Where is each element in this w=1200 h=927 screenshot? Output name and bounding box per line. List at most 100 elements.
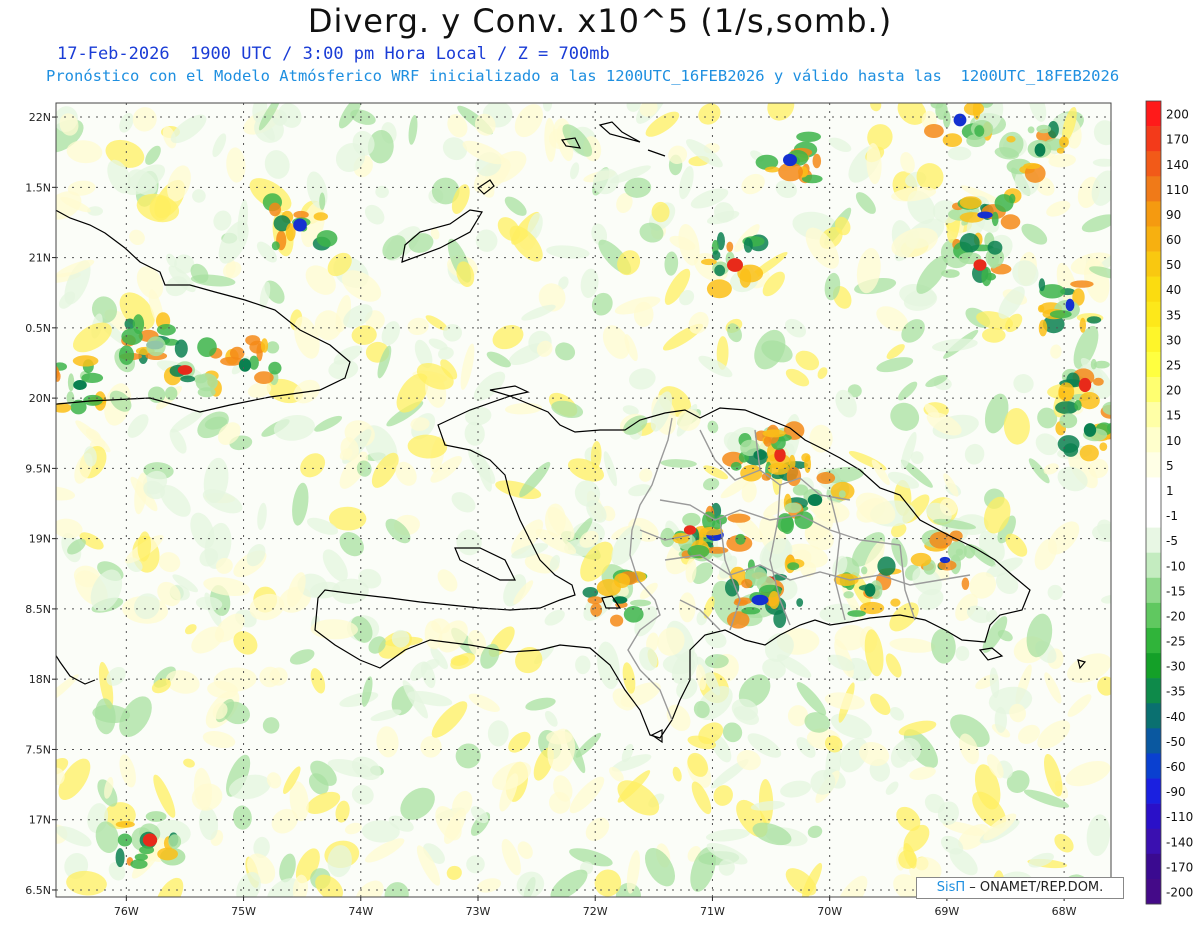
field-cell xyxy=(910,552,932,567)
field-cell xyxy=(792,484,809,496)
field-cell xyxy=(268,361,282,375)
colorbar-swatch xyxy=(1146,728,1161,754)
field-cell xyxy=(743,237,753,253)
longitude-label: 75W xyxy=(231,905,256,918)
field-cell xyxy=(1056,147,1065,154)
field-cell xyxy=(629,599,652,607)
colorbar-swatch xyxy=(1146,653,1161,679)
field-cell xyxy=(319,192,326,211)
field-cell xyxy=(56,402,72,413)
longitude-labels: 76W 75W 74W 73W 72W 71W 70W 69W 68W xyxy=(114,897,1077,918)
field-cell xyxy=(741,578,753,589)
colorbar-swatch xyxy=(1146,351,1161,378)
field-patch xyxy=(678,592,696,623)
field-cell xyxy=(115,821,135,828)
field-cell xyxy=(966,134,986,148)
colorbar-label: -200 xyxy=(1166,886,1193,900)
colorbar-swatch xyxy=(1146,803,1161,830)
field-cell xyxy=(1079,317,1087,333)
credit-box: SisΠ – ONAMET/REP.DOM. xyxy=(916,877,1124,899)
longitude-label: 68W xyxy=(1052,905,1077,918)
sispi-logo: SisΠ xyxy=(936,880,966,895)
field-core xyxy=(774,448,786,462)
field-core xyxy=(783,153,797,167)
field-cell xyxy=(614,573,630,589)
field-cell xyxy=(146,336,166,357)
field-cell xyxy=(1059,136,1069,148)
field-core xyxy=(142,833,158,847)
longitude-label: 72W xyxy=(583,905,608,918)
field-cell xyxy=(1070,280,1094,288)
field-cell xyxy=(955,548,964,556)
field-patch xyxy=(947,146,972,161)
credit-text: – ONAMET/REP.DOM. xyxy=(965,880,1104,895)
field-cell xyxy=(764,166,780,173)
field-cell xyxy=(254,371,274,384)
divergence-map: 22N 1.5N 21N 0.5N 20N 9.5N 19N 8.5N 18N 7.5N 17N 6.… xyxy=(25,94,1193,918)
colorbar-label: -20 xyxy=(1166,609,1186,623)
field-cell xyxy=(730,461,742,471)
field-cell xyxy=(266,341,280,354)
colorbar-label: -140 xyxy=(1166,835,1193,849)
field-cell xyxy=(56,362,67,371)
colorbar-swatch xyxy=(1146,176,1161,202)
field-cell xyxy=(812,153,822,169)
field-cell xyxy=(714,264,726,277)
field-cell xyxy=(56,370,61,382)
colorbar-swatch xyxy=(1146,778,1161,804)
field-core xyxy=(939,556,951,564)
field-cell xyxy=(974,125,985,137)
field-cell xyxy=(843,591,854,599)
field-cell xyxy=(195,373,218,392)
field-cell xyxy=(1099,442,1108,452)
colorbar-swatch xyxy=(1146,377,1161,403)
colorbar-label: 90 xyxy=(1166,208,1181,222)
field-cell xyxy=(994,194,1014,212)
colorbar-swatch xyxy=(1146,151,1161,177)
colorbar-label: 30 xyxy=(1166,333,1181,347)
field-core xyxy=(238,358,252,372)
field-cell xyxy=(727,513,751,523)
field-cell xyxy=(1086,316,1102,324)
divergence-field xyxy=(56,94,1111,897)
field-core xyxy=(973,259,987,271)
colorbar-swatch xyxy=(1146,251,1161,277)
colorbar-label: -1 xyxy=(1166,509,1178,523)
field-cell xyxy=(991,211,999,227)
colorbar-label: 40 xyxy=(1166,283,1181,297)
field-cell xyxy=(987,240,1003,255)
field-cell xyxy=(959,196,982,210)
colorbar-label: -35 xyxy=(1166,685,1186,699)
colorbar-label: -40 xyxy=(1166,710,1186,724)
field-cell xyxy=(610,614,624,627)
field-cell xyxy=(197,337,217,357)
latitude-label: 7.5N xyxy=(25,743,51,756)
colorbar-label: -50 xyxy=(1166,735,1186,749)
field-cell xyxy=(733,599,748,606)
field-cell xyxy=(1079,444,1099,462)
colorbar-label: 5 xyxy=(1166,459,1174,473)
field-cell xyxy=(963,543,976,559)
field-core xyxy=(864,583,876,597)
field-core xyxy=(683,525,697,535)
colorbar-label: 1 xyxy=(1166,484,1174,498)
colorbar-label: 10 xyxy=(1166,434,1181,448)
colorbar-swatch xyxy=(1146,301,1161,328)
latitude-label: 17N xyxy=(29,814,51,827)
field-core xyxy=(977,211,993,219)
field-core xyxy=(807,494,823,506)
field-cell xyxy=(157,847,179,861)
colorbar-swatch xyxy=(1146,126,1161,152)
field-core xyxy=(293,218,307,232)
field-core xyxy=(1078,377,1092,393)
latitude-label: 9.5N xyxy=(25,462,51,475)
field-cell xyxy=(165,386,178,401)
field-cell xyxy=(145,811,167,822)
latitude-label: 19N xyxy=(29,533,51,546)
field-cell xyxy=(1000,214,1021,230)
latitude-label: 0.5N xyxy=(25,322,51,335)
field-cell xyxy=(928,94,948,101)
longitude-label: 74W xyxy=(348,905,373,918)
field-cell xyxy=(741,607,761,615)
colorbar-swatch xyxy=(1146,527,1161,553)
